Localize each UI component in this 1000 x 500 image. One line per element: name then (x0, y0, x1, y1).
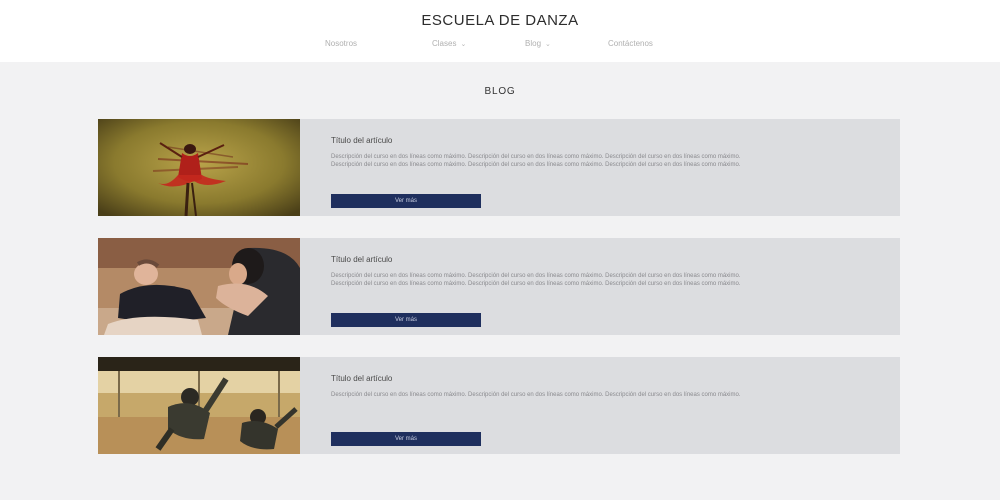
dancer-photo (98, 119, 300, 216)
chevron-down-icon: ⌄ (545, 41, 551, 48)
blog-post-card: Título del artículo Descripción del curs… (98, 119, 900, 216)
nav-item-label: Clases (432, 39, 457, 48)
post-title[interactable]: Título del artículo (331, 136, 392, 145)
post-image-breakdance[interactable] (98, 357, 300, 454)
breakdance-photo (98, 357, 300, 454)
post-paragraph: Descripción del curso en dos líneas como… (331, 392, 741, 398)
post-paragraph: Descripción del curso en dos líneas como… (331, 154, 741, 160)
chevron-down-icon: ⌄ (460, 41, 467, 48)
nav-item-label: Contáctenos (608, 39, 653, 48)
site-title[interactable]: ESCUELA DE DANZA (0, 12, 1000, 29)
nav-item-contactenos[interactable]: Contáctenos (608, 38, 653, 50)
section-title: BLOG (484, 86, 516, 97)
post-paragraph: Descripción del curso en dos líneas como… (331, 281, 741, 287)
nav-item-label: Blog (525, 39, 542, 48)
blog-post-card: Título del artículo Descripción del curs… (98, 238, 900, 335)
post-title[interactable]: Título del artículo (331, 374, 392, 383)
post-image-dancer[interactable] (98, 119, 300, 216)
blog-post-card: Título del artículo Descripción del curs… (98, 357, 900, 454)
post-image-teacher[interactable] (98, 238, 300, 335)
site-header: ESCUELA DE DANZA Nosotros Clases ⌄ Blog ⌄ … (0, 0, 1000, 62)
read-more-button[interactable]: Ver más (331, 194, 481, 208)
main-nav: Nosotros Clases ⌄ Blog ⌄ Contáctenos (0, 38, 1000, 52)
read-more-button[interactable]: Ver más (331, 313, 481, 327)
post-excerpt: Descripción del curso en dos líneas como… (331, 154, 861, 170)
post-paragraph: Descripción del curso en dos líneas como… (331, 273, 741, 279)
post-paragraph: Descripción del curso en dos líneas como… (331, 162, 741, 168)
nav-item-label: Nosotros (325, 39, 358, 48)
nav-item-nosotros[interactable]: Nosotros (325, 38, 357, 50)
read-more-button[interactable]: Ver más (331, 432, 481, 446)
nav-item-blog[interactable]: Blog ⌄ (525, 38, 551, 51)
post-excerpt: Descripción del curso en dos líneas como… (331, 273, 861, 289)
post-excerpt: Descripción del curso en dos líneas como… (331, 392, 861, 400)
stretching-photo (98, 238, 300, 335)
post-title[interactable]: Título del artículo (331, 255, 392, 264)
nav-item-clases[interactable]: Clases ⌄ (432, 38, 466, 51)
